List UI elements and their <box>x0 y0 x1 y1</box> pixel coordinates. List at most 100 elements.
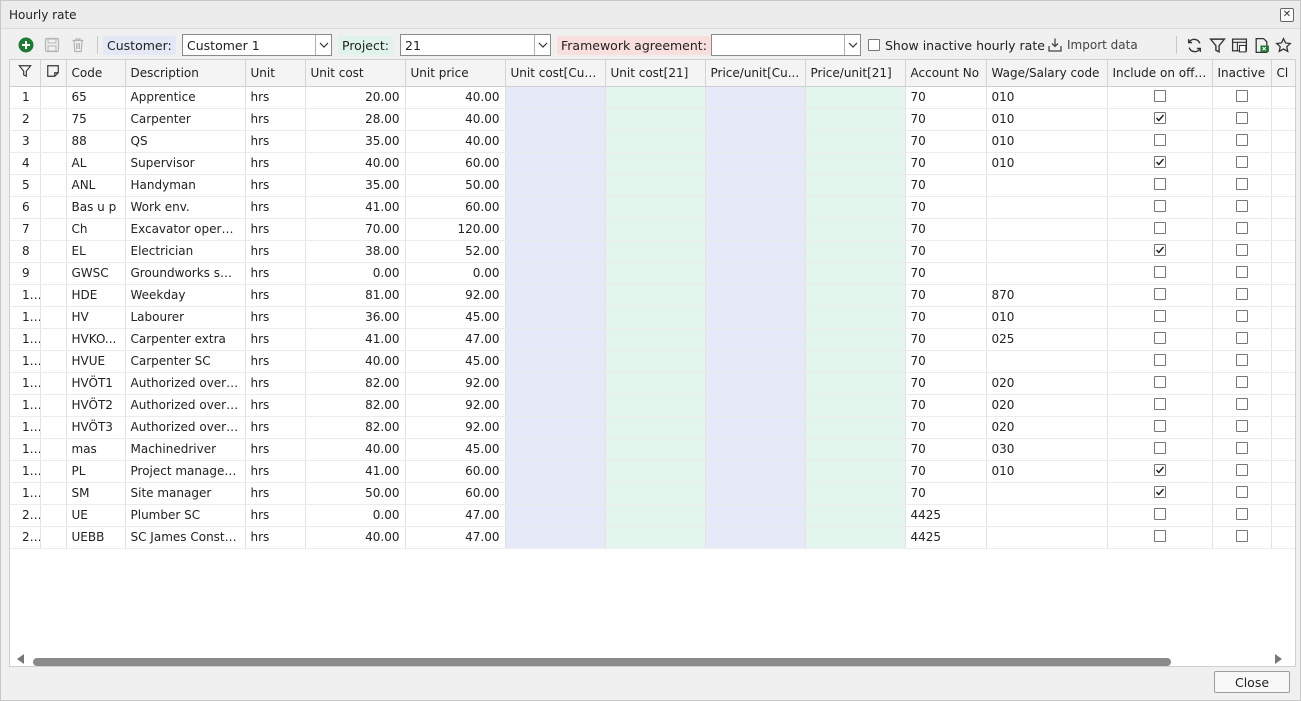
cell-wage-salary-code[interactable]: 010 <box>986 130 1108 153</box>
delete-button[interactable] <box>69 33 87 57</box>
cell-unit[interactable]: hrs <box>245 482 306 505</box>
cell-code[interactable]: HVÖT3 <box>66 416 126 439</box>
cell-wage-salary-code[interactable] <box>986 504 1108 527</box>
cell-price-unit-customer[interactable] <box>705 482 806 505</box>
cell-unit-cost[interactable]: 40.00 <box>305 438 406 461</box>
table-row[interactable]: 2 75 Carpenter hrs 28.00 40.00 70 010 <box>10 108 1295 131</box>
chevron-down-icon[interactable] <box>315 35 331 55</box>
cell-unit[interactable]: hrs <box>245 350 306 373</box>
cell-code[interactable]: 75 <box>66 108 126 131</box>
row-number[interactable]: 15 <box>10 394 41 417</box>
cell-unit-cost-project[interactable] <box>605 328 706 351</box>
row-number[interactable]: 1 <box>10 86 41 109</box>
cell-price-unit-project[interactable] <box>805 108 906 131</box>
cell-account-no[interactable]: 70 <box>905 394 987 417</box>
cell-unit-price[interactable]: 0.00 <box>405 262 506 285</box>
add-button[interactable] <box>17 33 35 57</box>
row-number[interactable]: 18 <box>10 460 41 483</box>
row-note-cell[interactable] <box>40 416 67 439</box>
table-row[interactable]: 9 GWSC Groundworks sub... hrs 0.00 0.00 70 <box>10 262 1295 285</box>
cell-description[interactable]: Carpenter extra <box>125 328 246 351</box>
cell-unit-price[interactable]: 40.00 <box>405 130 506 153</box>
row-number[interactable]: 20 <box>10 504 41 527</box>
cell-unit-price[interactable]: 40.00 <box>405 108 506 131</box>
excel-export-button[interactable] <box>1252 33 1270 57</box>
cell-unit[interactable]: hrs <box>245 218 306 241</box>
cell-wage-salary-code[interactable]: 020 <box>986 372 1108 395</box>
cell-inactive[interactable] <box>1212 218 1272 241</box>
cell-unit-cost[interactable]: 40.00 <box>305 350 406 373</box>
cell-cl[interactable] <box>1271 504 1295 527</box>
cell-wage-salary-code[interactable] <box>986 196 1108 219</box>
cell-unit-cost[interactable]: 40.00 <box>305 152 406 175</box>
cell-cl[interactable] <box>1271 460 1295 483</box>
cell-unit-cost-project[interactable] <box>605 460 706 483</box>
cell-cl[interactable] <box>1271 394 1295 417</box>
cell-description[interactable]: Excavator operator <box>125 218 246 241</box>
row-number[interactable]: 13 <box>10 350 41 373</box>
cell-description[interactable]: Authorized overti... <box>125 372 246 395</box>
cell-code[interactable]: Ch <box>66 218 126 241</box>
cell-cl[interactable] <box>1271 152 1295 175</box>
column-header-price-unit-project[interactable]: Price/unit[21] <box>805 60 906 87</box>
checkbox[interactable] <box>1235 463 1248 476</box>
cell-include-on-offer[interactable] <box>1107 416 1213 439</box>
cell-description[interactable]: Authorized overti... <box>125 416 246 439</box>
scroll-right-icon[interactable] <box>1275 654 1282 664</box>
cell-include-on-offer[interactable] <box>1107 328 1213 351</box>
row-number[interactable]: 5 <box>10 174 41 197</box>
checkbox[interactable] <box>1235 265 1248 278</box>
cell-inactive[interactable] <box>1212 174 1272 197</box>
cell-unit[interactable]: hrs <box>245 174 306 197</box>
cell-include-on-offer[interactable] <box>1107 438 1213 461</box>
cell-wage-salary-code[interactable] <box>986 482 1108 505</box>
chevron-down-icon[interactable] <box>844 35 860 55</box>
cell-inactive[interactable] <box>1212 526 1272 549</box>
cell-account-no[interactable]: 70 <box>905 174 987 197</box>
cell-unit[interactable]: hrs <box>245 262 306 285</box>
cell-wage-salary-code[interactable]: 010 <box>986 86 1108 109</box>
row-note-cell[interactable] <box>40 306 67 329</box>
cell-unit[interactable]: hrs <box>245 526 306 549</box>
checkbox[interactable] <box>1235 287 1248 300</box>
cell-unit[interactable]: hrs <box>245 108 306 131</box>
cell-unit-cost-customer[interactable] <box>505 152 606 175</box>
cell-cl[interactable] <box>1271 372 1295 395</box>
cell-code[interactable]: PL <box>66 460 126 483</box>
cell-include-on-offer[interactable] <box>1107 86 1213 109</box>
cell-account-no[interactable]: 70 <box>905 284 987 307</box>
row-number[interactable]: 11 <box>10 306 41 329</box>
row-note-cell[interactable] <box>40 86 67 109</box>
cell-description[interactable]: Machinedriver <box>125 438 246 461</box>
row-note-cell[interactable] <box>40 284 67 307</box>
cell-unit-cost-customer[interactable] <box>505 306 606 329</box>
column-header-unit-price[interactable]: Unit price <box>405 60 506 87</box>
row-number[interactable]: 2 <box>10 108 41 131</box>
row-number[interactable]: 16 <box>10 416 41 439</box>
row-note-cell[interactable] <box>40 526 67 549</box>
cell-price-unit-project[interactable] <box>805 174 906 197</box>
cell-code[interactable]: 65 <box>66 86 126 109</box>
cell-unit[interactable]: hrs <box>245 86 306 109</box>
cell-cl[interactable] <box>1271 174 1295 197</box>
cell-inactive[interactable] <box>1212 350 1272 373</box>
row-note-cell[interactable] <box>40 152 67 175</box>
cell-unit-cost-customer[interactable] <box>505 130 606 153</box>
cell-inactive[interactable] <box>1212 372 1272 395</box>
checkbox[interactable] <box>1153 221 1166 234</box>
row-note-cell[interactable] <box>40 262 67 285</box>
cell-cl[interactable] <box>1271 86 1295 109</box>
cell-unit-cost-project[interactable] <box>605 438 706 461</box>
cell-description[interactable]: Labourer <box>125 306 246 329</box>
cell-unit-cost-project[interactable] <box>605 152 706 175</box>
cell-code[interactable]: EL <box>66 240 126 263</box>
cell-account-no[interactable]: 70 <box>905 218 987 241</box>
cell-unit[interactable]: hrs <box>245 306 306 329</box>
cell-description[interactable]: Weekday <box>125 284 246 307</box>
checkbox[interactable] <box>1235 331 1248 344</box>
cell-unit-cost-project[interactable] <box>605 130 706 153</box>
cell-code[interactable]: HVÖT1 <box>66 372 126 395</box>
cell-description[interactable]: Work env. <box>125 196 246 219</box>
checkbox[interactable] <box>1235 419 1248 432</box>
cell-cl[interactable] <box>1271 526 1295 549</box>
